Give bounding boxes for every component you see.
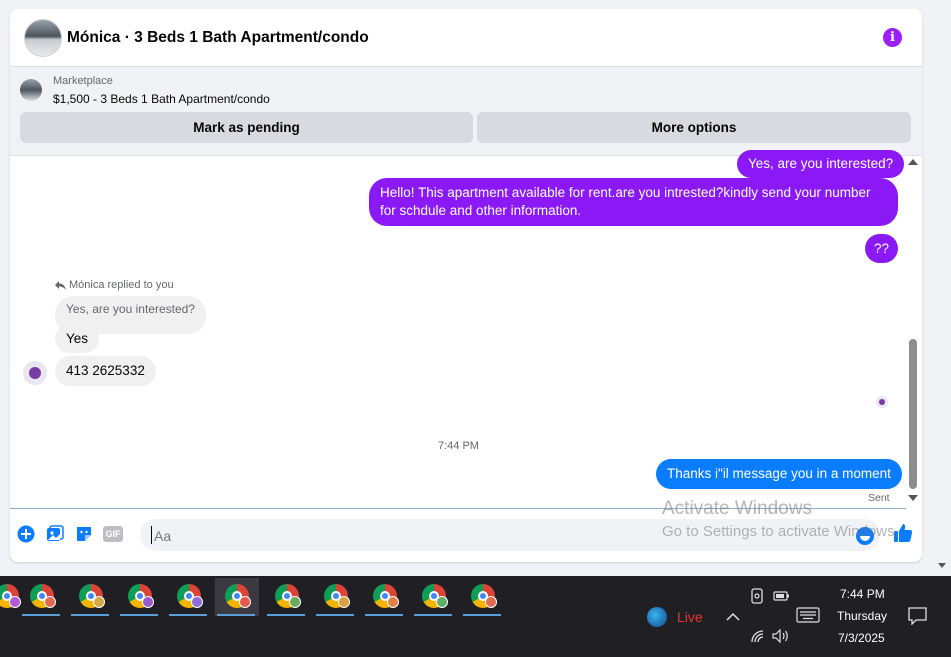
live-globe-icon[interactable]: [647, 607, 667, 627]
sent-message[interactable]: Hello! This apartment available for rent…: [369, 178, 898, 226]
clock-time[interactable]: 7:44 PM: [840, 587, 885, 601]
contact-avatar[interactable]: [23, 361, 47, 385]
sent-message[interactable]: Thanks i"il message you in a moment: [656, 459, 902, 489]
profile-badge-icon: [142, 596, 154, 608]
more-options-button[interactable]: More options: [477, 112, 911, 143]
listing-avatar[interactable]: [24, 19, 62, 57]
taskbar-app-chrome[interactable]: [20, 578, 62, 616]
profile-badge-icon: [436, 596, 448, 608]
chevron-up-icon[interactable]: [726, 612, 740, 621]
plus-circle-icon[interactable]: [17, 525, 35, 543]
profile-badge-icon: [338, 596, 350, 608]
seen-avatar-icon: [876, 396, 888, 408]
chat-title[interactable]: Mónica · 3 Beds 1 Bath Apartment/condo: [67, 29, 369, 47]
taskbar-app-chrome[interactable]: [167, 578, 209, 616]
reply-label-text: Mónica replied to you: [69, 279, 174, 291]
keyboard-icon[interactable]: [796, 607, 820, 623]
taskbar-app-chrome[interactable]: [265, 578, 307, 616]
notification-icon[interactable]: [908, 607, 927, 625]
chat-header: Mónica · 3 Beds 1 Bath Apartment/condo i: [10, 9, 922, 67]
clock-date[interactable]: 7/3/2025: [838, 631, 885, 645]
scroll-down-arrow-icon[interactable]: [908, 495, 918, 501]
profile-badge-icon: [485, 596, 497, 608]
photo-icon[interactable]: [46, 525, 64, 543]
gif-icon[interactable]: GIF: [103, 526, 123, 542]
taskbar: Live 7:44 PM Thursday 7/3/2025: [0, 576, 951, 657]
running-indicator: [365, 614, 403, 616]
battery-icon[interactable]: [773, 591, 790, 601]
taskbar-app-chrome[interactable]: [118, 578, 160, 616]
scroll-up-arrow-icon[interactable]: [908, 159, 918, 165]
received-message[interactable]: 413 2625332: [55, 356, 156, 386]
scrollbar-thumb[interactable]: [909, 339, 917, 489]
running-indicator: [22, 614, 60, 616]
listing-thumbnail[interactable]: [20, 79, 42, 101]
profile-badge-icon: [239, 596, 251, 608]
taskbar-app-chrome[interactable]: [412, 578, 454, 616]
running-indicator: [217, 614, 255, 616]
taskbar-app-chrome[interactable]: [363, 578, 405, 616]
sent-message[interactable]: Yes, are you interested?: [737, 150, 905, 178]
profile-badge-icon: [93, 596, 105, 608]
taskbar-app-chrome[interactable]: [314, 578, 356, 616]
running-indicator: [414, 614, 452, 616]
marketplace-banner: Marketplace $1,500 - 3 Beds 1 Bath Apart…: [10, 67, 922, 156]
received-message[interactable]: Yes: [55, 324, 100, 353]
clock-day[interactable]: Thursday: [837, 609, 887, 623]
message-timestamp: 7:44 PM: [438, 440, 479, 452]
mark-as-pending-button[interactable]: Mark as pending: [20, 112, 473, 143]
listing-description[interactable]: $1,500 - 3 Beds 1 Bath Apartment/condo: [53, 92, 270, 106]
sticker-icon[interactable]: [75, 525, 93, 543]
reply-indicator: Mónica replied to you: [55, 279, 174, 291]
profile-badge-icon: [289, 596, 301, 608]
text-caret: [151, 526, 152, 544]
marketplace-label: Marketplace: [53, 75, 113, 87]
sent-message[interactable]: ??: [865, 234, 898, 263]
profile-badge-icon: [387, 596, 399, 608]
running-indicator: [316, 614, 354, 616]
taskbar-app-chrome[interactable]: [69, 578, 111, 616]
profile-badge-icon: [44, 596, 56, 608]
running-indicator: [169, 614, 207, 616]
volume-icon[interactable]: [772, 629, 790, 643]
running-indicator: [267, 614, 305, 616]
running-indicator: [71, 614, 109, 616]
live-label[interactable]: Live: [677, 609, 703, 625]
network-icon[interactable]: [750, 629, 766, 643]
taskbar-app-chrome-active[interactable]: [215, 578, 259, 616]
running-indicator: [120, 614, 158, 616]
running-indicator: [463, 614, 501, 616]
info-icon[interactable]: i: [883, 28, 902, 47]
activate-windows-subtitle: Go to Settings to activate Windows.: [662, 523, 899, 540]
chat-window: Mónica · 3 Beds 1 Bath Apartment/condo i…: [10, 9, 922, 562]
delivery-status: Sent: [868, 492, 890, 504]
profile-badge-icon: [191, 596, 203, 608]
conversation-area: Yes, are you interested? Hello! This apa…: [10, 150, 922, 508]
taskbar-app-chrome[interactable]: [461, 578, 503, 616]
reply-arrow-icon: [55, 281, 66, 290]
tablet-icon[interactable]: [750, 588, 764, 604]
page-scroll-down-icon[interactable]: [938, 563, 946, 568]
activate-windows-title: Activate Windows: [662, 498, 812, 519]
